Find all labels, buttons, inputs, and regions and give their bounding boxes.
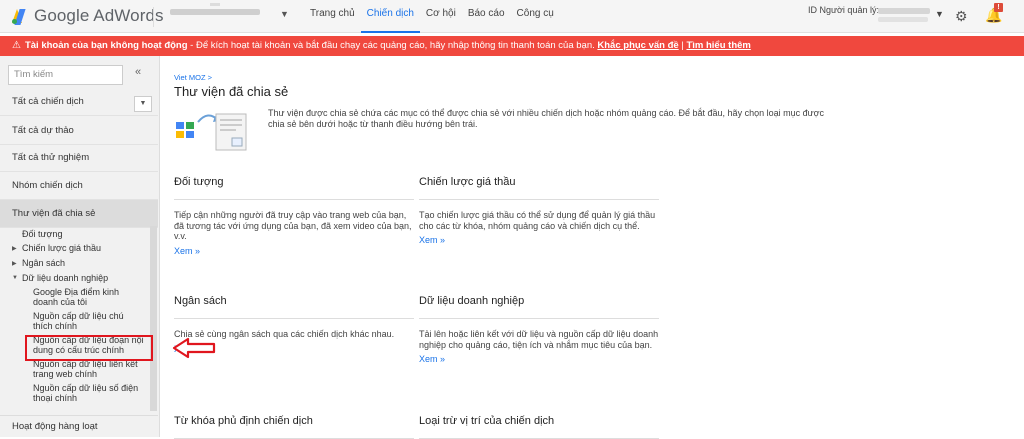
logo-text: Google AdWords — [34, 6, 164, 25]
nav-home[interactable]: Trang chủ — [304, 0, 361, 33]
nav-reports[interactable]: Báo cáo — [462, 0, 511, 33]
adwords-logo[interactable]: Google AdWords — [12, 6, 164, 26]
sidebar-scrollbar[interactable] — [150, 226, 157, 411]
manager-name — [878, 17, 928, 22]
view-business-data-link[interactable]: Xem » — [419, 354, 659, 364]
tree-item-bid-strategies[interactable]: Chiến lược giá thầu — [22, 243, 101, 253]
sidebar-search-input[interactable]: Tìm kiếm — [8, 65, 123, 85]
sidebar-item-shared-library[interactable]: Thư viện đã chia sẻ — [0, 200, 158, 228]
nav-opportunities[interactable]: Cơ hội — [420, 0, 462, 33]
annotation-highlight-box — [25, 335, 153, 361]
tree-item-audiences[interactable]: Đối tượng — [22, 229, 62, 239]
top-bar: Google AdWords ▼ Trang chủ Chiến dịch Cơ… — [0, 0, 1024, 33]
adwords-logo-icon — [12, 7, 28, 25]
alert-title: Tài khoản của bạn không hoạt động — [24, 40, 188, 51]
divider — [153, 7, 154, 27]
account-selector[interactable] — [170, 3, 262, 18]
tree-item-call-feed[interactable]: Nguồn cấp dữ liệu số điện — [33, 383, 138, 393]
tree-item-callout-feed[interactable]: Nguồn cấp dữ liệu chú — [33, 311, 124, 321]
account-inactive-alert: ⚠ Tài khoản của bạn không hoạt động - Để … — [0, 36, 1024, 56]
sidebar-item-bulk-operations[interactable]: Hoạt động hàng loạt — [0, 415, 158, 437]
card-title: Chiến lược giá thầu — [419, 176, 659, 200]
sidebar-item-all-experiments[interactable]: Tất cả thử nghiệm — [0, 144, 158, 172]
card-business-data: Dữ liệu doanh nghiệp Tải lên hoặc liên k… — [419, 295, 659, 364]
card-description: Tải lên hoặc liên kết với dữ liệu và ngu… — [419, 329, 659, 350]
card-audiences: Đối tượng Tiếp cận những người đã truy c… — [174, 176, 414, 256]
card-bid-strategies: Chiến lược giá thầu Tạo chiến lược giá t… — [419, 176, 659, 245]
collapse-icon[interactable]: ▼ — [12, 275, 18, 281]
annotation-arrow-icon — [172, 337, 216, 359]
tree-item-callout-feed-line2[interactable]: thích chính — [33, 321, 77, 331]
card-title: Dữ liệu doanh nghiệp — [419, 295, 659, 319]
tree-item-google-my-business[interactable]: Google Địa điểm kinh — [33, 287, 119, 297]
sidebar: Tìm kiếm « Tất cả chiến dịch ▼ Tất cả dự… — [0, 56, 160, 437]
shared-library-illustration — [176, 113, 247, 151]
learn-more-link[interactable]: Tìm hiểu thêm — [686, 40, 750, 51]
view-bid-strategies-link[interactable]: Xem » — [419, 235, 659, 245]
intro-text: Thư viện được chia sẻ chứa các mục có th… — [268, 108, 825, 129]
nav-campaigns[interactable]: Chiến dịch — [360, 0, 420, 33]
chevron-down-icon[interactable]: ▼ — [935, 9, 944, 19]
card-title: Loại trừ vị trí của chiến dịch — [419, 415, 659, 439]
breadcrumb[interactable]: Viet MOZ > — [174, 73, 212, 82]
notification-badge: ! — [994, 3, 1003, 12]
tree-item-google-my-business-line2[interactable]: doanh của tôi — [33, 297, 87, 307]
card-negative-keywords: Từ khóa phủ định chiến dịch — [174, 415, 414, 439]
main-nav: Trang chủ Chiến dịch Cơ hội Báo cáo Công… — [304, 0, 560, 33]
tree-item-budgets[interactable]: Ngân sách — [22, 258, 65, 268]
nav-tools[interactable]: Công cụ — [511, 0, 560, 33]
warning-icon: ⚠ — [12, 40, 21, 51]
page-title: Thư viện đã chia sẻ — [174, 84, 289, 99]
tree-item-sitelink-feed-line2[interactable]: trang web chính — [33, 369, 97, 379]
card-placement-exclusions: Loại trừ vị trí của chiến dịch — [419, 415, 659, 439]
manager-id-value[interactable] — [878, 8, 930, 14]
collapse-sidebar-icon[interactable]: « — [135, 66, 141, 78]
view-audiences-link[interactable]: Xem » — [174, 246, 414, 256]
gear-icon[interactable]: ⚙ — [955, 8, 968, 25]
card-title: Từ khóa phủ định chiến dịch — [174, 415, 414, 439]
card-title: Đối tượng — [174, 176, 414, 200]
fix-problem-link[interactable]: Khắc phục vấn đề — [597, 40, 678, 51]
tree-item-call-feed-line2[interactable]: thoại chính — [33, 393, 77, 403]
expand-icon[interactable]: ▶ — [12, 245, 17, 252]
sidebar-item-all-drafts[interactable]: Tất cả dự thảo — [0, 117, 158, 145]
card-description: Tạo chiến lược giá thầu có thể sử dụng đ… — [419, 210, 656, 231]
alert-message: - Để kích hoạt tài khoản và bắt đầu chạy… — [187, 40, 595, 51]
sidebar-item-campaign-groups[interactable]: Nhóm chiến dịch — [0, 172, 158, 200]
chevron-down-icon[interactable]: ▼ — [280, 9, 289, 19]
main-content: Viet MOZ > Thư viện đã chia sẻ Thư viện … — [172, 56, 1022, 439]
manager-id-label: ID Người quản lý: — [808, 5, 879, 15]
tree-item-business-data[interactable]: Dữ liệu doanh nghiệp — [22, 273, 108, 283]
alert-separator: | — [681, 40, 684, 51]
expand-icon[interactable]: ▶ — [12, 260, 17, 267]
card-title: Ngân sách — [174, 295, 414, 319]
campaigns-dropdown-icon[interactable]: ▼ — [134, 96, 152, 112]
card-description: Tiếp cận những người đã truy cập vào tra… — [174, 210, 412, 241]
